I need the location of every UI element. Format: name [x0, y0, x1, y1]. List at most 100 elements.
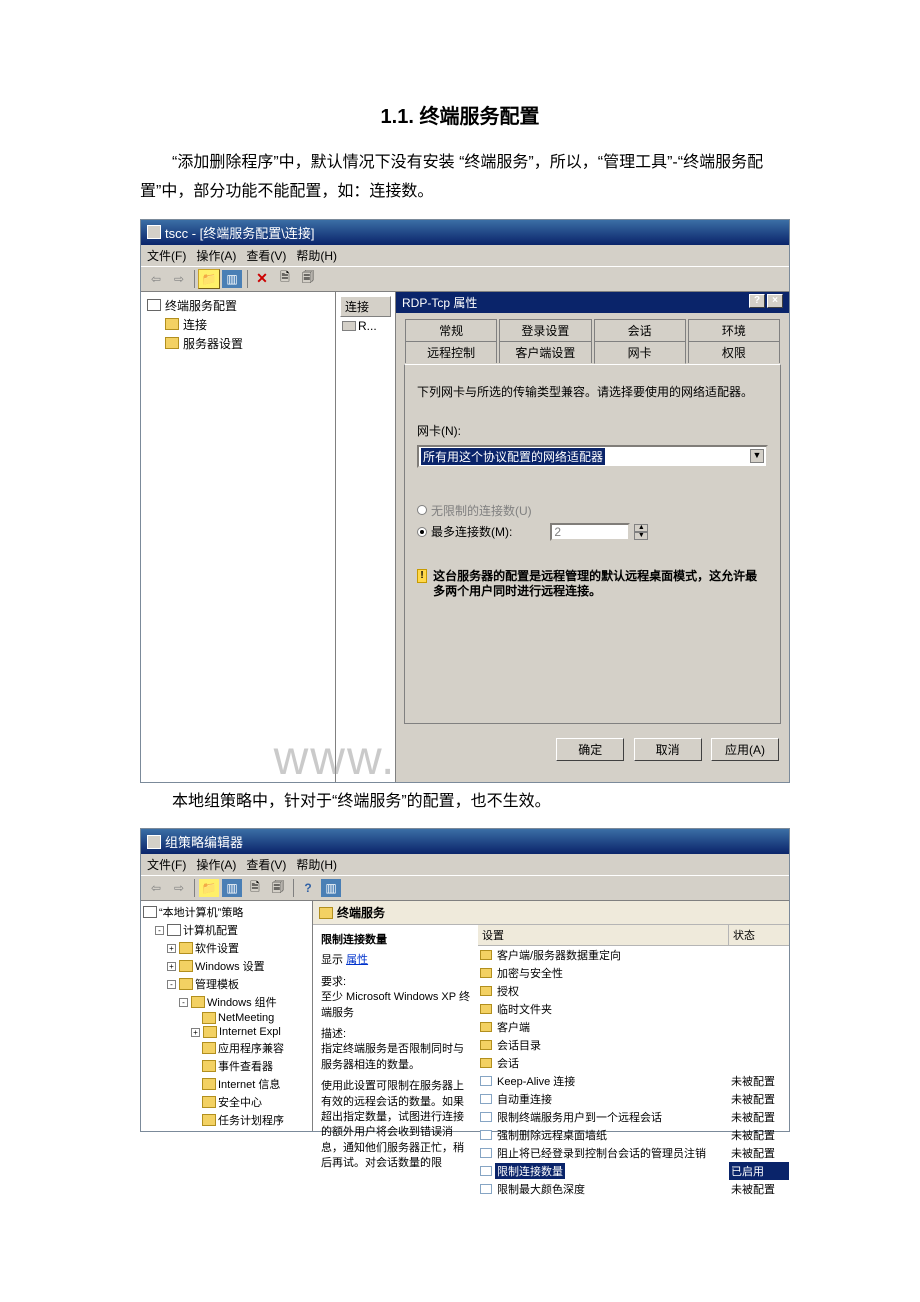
- menu-view[interactable]: 查看(V): [246, 247, 286, 264]
- setting-status-cell: [729, 1054, 789, 1072]
- close-button[interactable]: ×: [767, 294, 783, 308]
- tab-client[interactable]: 客户端设置: [499, 341, 591, 363]
- back-button[interactable]: ⇦: [145, 878, 167, 898]
- up-button[interactable]: 📁: [198, 269, 220, 289]
- properties-link[interactable]: 属性: [346, 954, 368, 966]
- toolbar: ⇦ ⇨ 📁 ▥ ✕ 🗎 🗐: [141, 266, 789, 292]
- col-setting[interactable]: 设置: [478, 925, 729, 945]
- forward-button[interactable]: ⇨: [168, 878, 190, 898]
- setting-row[interactable]: 阻止将已经登录到控制台会话的管理员注销未被配置: [478, 1144, 789, 1162]
- setting-row[interactable]: 授权: [478, 982, 789, 1000]
- collapse-icon[interactable]: -: [167, 980, 176, 989]
- setting-icon: [480, 1094, 492, 1104]
- folder-icon: [202, 1114, 216, 1126]
- menu-file[interactable]: 文件(F): [147, 247, 186, 264]
- ok-button[interactable]: 确定: [556, 738, 624, 761]
- setting-row[interactable]: Keep-Alive 连接未被配置: [478, 1072, 789, 1090]
- copy-button[interactable]: 🗐: [297, 269, 319, 289]
- tree-terminal-services[interactable]: -终端服务: [143, 1129, 310, 1131]
- nic-tab-page: 下列网卡与所选的传输类型兼容。请选择要使用的网络适配器。 网卡(N): 所有用这…: [404, 364, 781, 724]
- tree-server-settings[interactable]: 服务器设置: [147, 334, 329, 353]
- tab-nic[interactable]: 网卡: [594, 341, 686, 364]
- spin-buttons[interactable]: ▲▼: [634, 524, 648, 540]
- list-item-rdp[interactable]: R...: [340, 317, 391, 335]
- setting-name-cell: 会话目录: [478, 1036, 729, 1054]
- settings-list: 设置 状态 客户端/服务器数据重定向加密与安全性授权临时文件夹客户端会话目录会话…: [478, 925, 789, 1120]
- description-panel: 限制连接数量 显示 属性 要求: 至少 Microsoft Windows XP…: [313, 925, 478, 1120]
- setting-row[interactable]: 客户端: [478, 1018, 789, 1036]
- setting-row[interactable]: 客户端/服务器数据重定向: [478, 946, 789, 964]
- col-status[interactable]: 状态: [729, 925, 789, 945]
- properties-button[interactable]: 🗎: [274, 269, 296, 289]
- paragraph-2: 本地组策略中，针对于“终端服务”的配置，也不生效。: [140, 788, 780, 817]
- radio-max-conn[interactable]: 最多连接数(M): 2 ▲▼: [417, 523, 768, 541]
- setting-row[interactable]: 加密与安全性: [478, 964, 789, 982]
- tab-perm[interactable]: 权限: [688, 341, 780, 363]
- tab-general[interactable]: 常规: [405, 319, 497, 341]
- tree-iis[interactable]: Internet 信息: [143, 1075, 310, 1093]
- tree-root[interactable]: 终端服务配置: [147, 296, 329, 315]
- setting-row[interactable]: 限制终端服务用户到一个远程会话未被配置: [478, 1108, 789, 1126]
- tree-security-center[interactable]: 安全中心: [143, 1093, 310, 1111]
- folder-icon: [319, 907, 333, 919]
- tab-remote[interactable]: 远程控制: [405, 341, 497, 363]
- forward-button[interactable]: ⇨: [168, 269, 190, 289]
- expand-icon[interactable]: +: [191, 1028, 200, 1037]
- tree-software[interactable]: +软件设置: [143, 939, 310, 957]
- tree-netmeeting[interactable]: NetMeeting: [143, 1011, 310, 1025]
- dialog-titlebar: RDP-Tcp 属性 ? ×: [396, 292, 789, 313]
- max-connections-input[interactable]: 2: [550, 523, 630, 541]
- cancel-button[interactable]: 取消: [634, 738, 702, 761]
- radio-icon: [417, 527, 427, 537]
- list-button[interactable]: ▥: [221, 878, 243, 898]
- folder-icon: [480, 968, 492, 978]
- description-label-text: 描述: 指定终端服务是否限制同时与服务器相连的数量。: [321, 1027, 470, 1073]
- help-button[interactable]: ?: [749, 294, 765, 308]
- radio-icon: [417, 505, 427, 515]
- collapse-icon[interactable]: -: [155, 926, 164, 935]
- list-column-header[interactable]: 连接: [340, 296, 391, 317]
- apply-button[interactable]: 应用(A): [711, 738, 779, 761]
- setting-row[interactable]: 强制删除远程桌面墙纸未被配置: [478, 1126, 789, 1144]
- tree-computer-config[interactable]: -计算机配置: [143, 921, 310, 939]
- expand-icon[interactable]: +: [167, 944, 176, 953]
- setting-icon: [480, 1112, 492, 1122]
- setting-row[interactable]: 临时文件夹: [478, 1000, 789, 1018]
- copy-button[interactable]: 🗐: [267, 878, 289, 898]
- back-button[interactable]: ⇦: [145, 269, 167, 289]
- setting-row[interactable]: 会话: [478, 1054, 789, 1072]
- tree-windows-settings[interactable]: +Windows 设置: [143, 957, 310, 975]
- menu-view[interactable]: 查看(V): [246, 856, 286, 873]
- tree-app-compat[interactable]: 应用程序兼容: [143, 1039, 310, 1057]
- setting-row[interactable]: 限制最大颜色深度未被配置: [478, 1180, 789, 1198]
- delete-button[interactable]: ✕: [251, 269, 273, 289]
- tab-env[interactable]: 环境: [688, 319, 780, 341]
- tree-task-scheduler[interactable]: 任务计划程序: [143, 1111, 310, 1129]
- tree-ie[interactable]: +Internet Expl: [143, 1025, 310, 1039]
- setting-row[interactable]: 会话目录: [478, 1036, 789, 1054]
- menu-file[interactable]: 文件(F): [147, 856, 186, 873]
- menu-help[interactable]: 帮助(H): [296, 247, 337, 264]
- list-button[interactable]: ▥: [221, 269, 243, 289]
- tab-login[interactable]: 登录设置: [499, 319, 591, 341]
- tree-windows-components[interactable]: -Windows 组件: [143, 993, 310, 1011]
- tree-admin-templates[interactable]: -管理模板: [143, 975, 310, 993]
- dropdown-arrow-icon[interactable]: ▼: [750, 449, 764, 463]
- tree-event-viewer[interactable]: 事件查看器: [143, 1057, 310, 1075]
- menu-action[interactable]: 操作(A): [196, 247, 236, 264]
- properties-button[interactable]: 🗎: [244, 878, 266, 898]
- up-button[interactable]: 📁: [198, 878, 220, 898]
- tab-session[interactable]: 会话: [594, 319, 686, 341]
- nic-select[interactable]: 所有用这个协议配置的网络适配器 ▼: [417, 445, 768, 468]
- menu-action[interactable]: 操作(A): [196, 856, 236, 873]
- tree-conn[interactable]: 连接: [147, 315, 329, 334]
- tree-root[interactable]: “本地计算机”策略: [143, 903, 310, 921]
- radio-unlimited[interactable]: 无限制的连接数(U): [417, 502, 768, 519]
- help-button[interactable]: ?: [297, 878, 319, 898]
- setting-row[interactable]: 自动重连接未被配置: [478, 1090, 789, 1108]
- expand-icon[interactable]: +: [167, 962, 176, 971]
- collapse-icon[interactable]: -: [179, 998, 188, 1007]
- menu-help[interactable]: 帮助(H): [296, 856, 337, 873]
- setting-row[interactable]: 限制连接数量已启用: [478, 1162, 789, 1180]
- details-button[interactable]: ▥: [320, 878, 342, 898]
